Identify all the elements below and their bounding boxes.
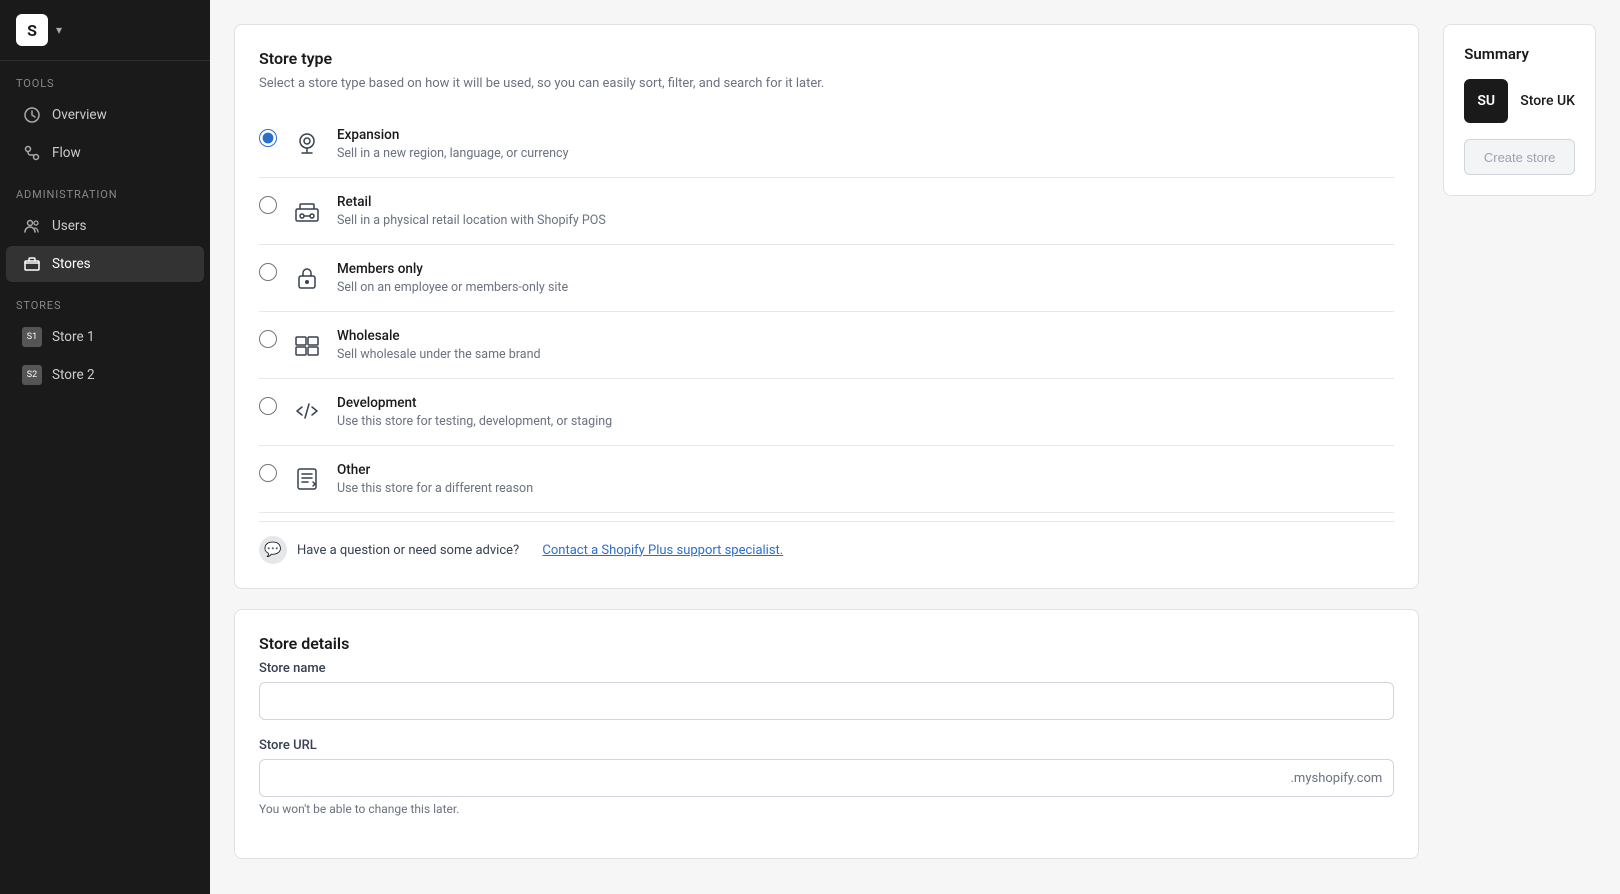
overview-icon (22, 105, 42, 125)
stores-section-label: STORES (0, 283, 210, 318)
radio-retail[interactable] (259, 196, 277, 214)
development-content: Development Use this store for testing, … (337, 395, 1394, 429)
store2-avatar: S2 (22, 365, 42, 385)
sidebar-item-stores-label: Stores (52, 256, 91, 272)
summary-store-name: Store UK (1520, 93, 1575, 109)
option-other[interactable]: Other Use this store for a different rea… (259, 446, 1394, 513)
flow-icon (22, 143, 42, 163)
main-content: Store type Select a store type based on … (210, 0, 1443, 894)
expansion-content: Expansion Sell in a new region, language… (337, 127, 1394, 161)
sidebar-item-flow-label: Flow (52, 145, 81, 161)
store-type-subtitle: Select a store type based on how it will… (259, 76, 1394, 91)
store-url-group: Store URL .myshopify.com You won't be ab… (259, 738, 1394, 816)
other-label: Other (337, 462, 1394, 478)
wholesale-label: Wholesale (337, 328, 1394, 344)
store-url-input[interactable] (259, 759, 1394, 797)
retail-icon (291, 194, 323, 226)
create-store-button[interactable]: Create store (1464, 139, 1575, 175)
option-retail[interactable]: Retail Sell in a physical retail locatio… (259, 178, 1394, 245)
store-name-label: Store name (259, 661, 1394, 676)
support-text: Have a question or need some advice? (297, 543, 519, 558)
shopify-logo: S (16, 14, 48, 46)
store1-avatar: S1 (22, 327, 42, 347)
radio-members-only[interactable] (259, 263, 277, 281)
radio-other[interactable] (259, 464, 277, 482)
sidebar-item-users[interactable]: Users (6, 208, 204, 244)
store-name-input[interactable] (259, 682, 1394, 720)
sidebar: S ▾ TOOLS Overview Flow ADMINISTRATION U… (0, 0, 210, 894)
radio-wholesale[interactable] (259, 330, 277, 348)
users-icon (22, 216, 42, 236)
development-desc: Use this store for testing, development,… (337, 414, 1394, 429)
members-only-label: Members only (337, 261, 1394, 277)
summary-title: Summary (1464, 45, 1575, 63)
members-only-desc: Sell on an employee or members-only site (337, 280, 1394, 295)
store-name-group: Store name (259, 661, 1394, 720)
other-desc: Use this store for a different reason (337, 481, 1394, 496)
sidebar-item-overview-label: Overview (52, 107, 107, 123)
retail-content: Retail Sell in a physical retail locatio… (337, 194, 1394, 228)
administration-section-label: ADMINISTRATION (0, 172, 210, 207)
wholesale-icon (291, 328, 323, 360)
url-hint: You won't be able to change this later. (259, 802, 1394, 816)
sidebar-item-flow[interactable]: Flow (6, 135, 204, 171)
tools-section-label: TOOLS (0, 61, 210, 96)
summary-store-row: SU Store UK (1464, 79, 1575, 123)
sidebar-header: S ▾ (0, 0, 210, 61)
wholesale-content: Wholesale Sell wholesale under the same … (337, 328, 1394, 362)
other-content: Other Use this store for a different rea… (337, 462, 1394, 496)
option-wholesale[interactable]: Wholesale Sell wholesale under the same … (259, 312, 1394, 379)
option-members-only[interactable]: Members only Sell on an employee or memb… (259, 245, 1394, 312)
chat-icon: 💬 (259, 536, 287, 564)
right-area: Summary SU Store UK Create store (1443, 0, 1620, 894)
sidebar-dropdown-icon[interactable]: ▾ (56, 23, 62, 37)
store-type-card: Store type Select a store type based on … (234, 24, 1419, 589)
members-only-icon (291, 261, 323, 293)
store-type-title: Store type (259, 49, 1394, 68)
sidebar-item-store2-label: Store 2 (52, 367, 95, 383)
sidebar-item-store2[interactable]: S2 Store 2 (6, 357, 204, 393)
stores-icon (22, 254, 42, 274)
support-link[interactable]: Contact a Shopify Plus support specialis… (542, 543, 783, 558)
expansion-icon (291, 127, 323, 159)
store-url-label: Store URL (259, 738, 1394, 753)
store-details-title: Store details (259, 634, 1394, 653)
wholesale-desc: Sell wholesale under the same brand (337, 347, 1394, 362)
expansion-label: Expansion (337, 127, 1394, 143)
summary-card: Summary SU Store UK Create store (1443, 24, 1596, 196)
radio-development[interactable] (259, 397, 277, 415)
sidebar-item-overview[interactable]: Overview (6, 97, 204, 133)
development-icon (291, 395, 323, 427)
sidebar-item-users-label: Users (52, 218, 86, 234)
expansion-desc: Sell in a new region, language, or curre… (337, 146, 1394, 161)
store-details-card: Store details Store name Store URL .mysh… (234, 609, 1419, 859)
radio-expansion[interactable] (259, 129, 277, 147)
summary-avatar: SU (1464, 79, 1508, 123)
option-expansion[interactable]: Expansion Sell in a new region, language… (259, 111, 1394, 178)
support-notice: 💬 Have a question or need some advice? C… (259, 521, 1394, 564)
sidebar-item-stores[interactable]: Stores (6, 246, 204, 282)
retail-desc: Sell in a physical retail location with … (337, 213, 1394, 228)
development-label: Development (337, 395, 1394, 411)
option-development[interactable]: Development Use this store for testing, … (259, 379, 1394, 446)
sidebar-item-store1-label: Store 1 (52, 329, 95, 345)
other-icon (291, 462, 323, 494)
members-only-content: Members only Sell on an employee or memb… (337, 261, 1394, 295)
store-url-input-wrapper: .myshopify.com (259, 759, 1394, 797)
sidebar-item-store1[interactable]: S1 Store 1 (6, 319, 204, 355)
retail-label: Retail (337, 194, 1394, 210)
